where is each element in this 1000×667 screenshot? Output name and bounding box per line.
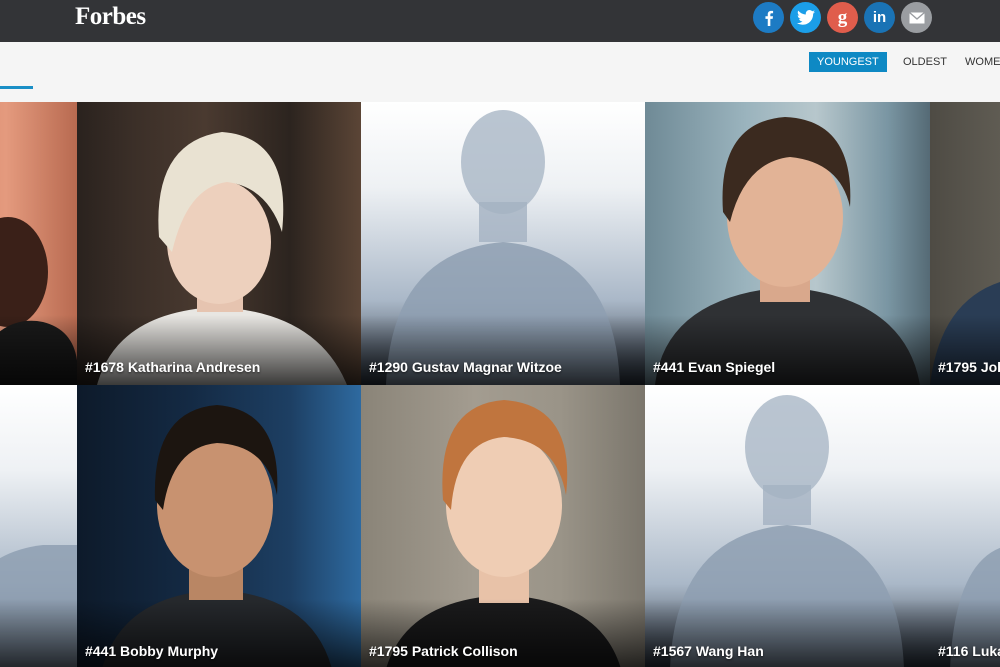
profile-name-label: #116 Luka <box>938 643 1000 659</box>
profile-name-label: #1795 Patrick Collison <box>369 643 518 659</box>
profile-tile[interactable]: #441 Evan Spiegel <box>645 102 930 385</box>
profile-tile[interactable]: #1678 Katharina Andresen <box>77 102 361 385</box>
filter-women-tab[interactable]: WOMEN <box>965 52 1000 72</box>
profile-tile[interactable]: #1795 Patrick Collison <box>361 385 645 667</box>
billionaire-photo-grid: #1678 Katharina Andresen #1290 Gustav Ma… <box>0 102 1000 667</box>
linkedin-icon[interactable]: in <box>864 2 895 33</box>
filter-bar: YOUNGEST OLDEST WOMEN <box>0 42 1000 103</box>
profile-name-label: #1795 Joh <box>938 359 1000 375</box>
facebook-icon[interactable] <box>753 2 784 33</box>
google-plus-icon[interactable]: g <box>827 2 858 33</box>
profile-name-label: #441 Bobby Murphy <box>85 643 219 659</box>
filter-youngest-tab[interactable]: YOUNGEST <box>809 52 887 72</box>
filter-oldest-tab[interactable]: OLDEST <box>903 52 947 72</box>
profile-name-label: #1567 Wang Han <box>653 643 764 659</box>
profile-tile[interactable]: #1290 Gustav Magnar Witzoe <box>361 102 645 385</box>
profile-tile[interactable] <box>0 385 77 667</box>
profile-tile[interactable]: #441 Bobby Murphy <box>77 385 361 667</box>
profile-tile[interactable]: #116 Luka <box>930 385 1000 667</box>
profile-tile[interactable] <box>0 102 77 385</box>
active-section-indicator <box>0 86 33 89</box>
email-icon[interactable] <box>901 2 932 33</box>
top-navigation-bar: Forbes g in <box>0 0 1000 42</box>
profile-tile[interactable]: #1795 Joh <box>930 102 1000 385</box>
profile-tile[interactable]: #1567 Wang Han <box>645 385 930 667</box>
profile-name-label: #441 Evan Spiegel <box>653 359 776 375</box>
profile-name-label: #1678 Katharina Andresen <box>85 359 261 375</box>
forbes-logo[interactable]: Forbes <box>75 3 146 31</box>
profile-name-label: #1290 Gustav Magnar Witzoe <box>369 359 562 375</box>
twitter-icon[interactable] <box>790 2 821 33</box>
